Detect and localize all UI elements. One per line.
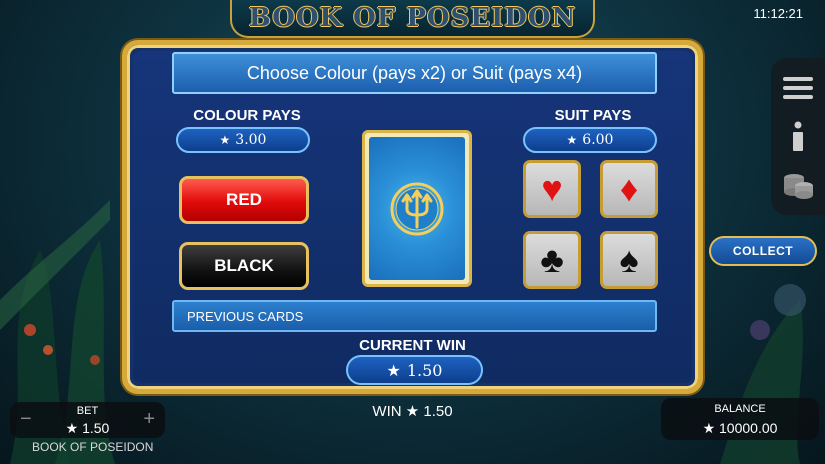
previous-cards-bar: PREVIOUS CARDS <box>172 300 657 332</box>
gamble-card <box>362 130 472 287</box>
black-button[interactable]: BLACK <box>179 242 309 290</box>
collect-button[interactable]: COLLECT <box>709 236 817 266</box>
coins-icon[interactable] <box>781 168 815 202</box>
hearts-icon: ♥ <box>541 168 563 209</box>
balance-panel: BALANCE ★ 10000.00 <box>661 398 819 440</box>
balance-label: BALANCE <box>714 403 766 415</box>
clock: 11:12:21 <box>753 6 803 21</box>
game-logo: BOOK OF POSEIDON <box>230 0 595 38</box>
side-menu <box>771 58 825 215</box>
clubs-icon: ♣ <box>540 239 564 280</box>
bet-value: ★ 1.50 <box>65 420 110 436</box>
current-win-value: ★ 1.50 <box>346 355 483 385</box>
current-win-label: CURRENT WIN <box>359 337 466 354</box>
gamble-title: Choose Colour (pays x2) or Suit (pays x4… <box>172 52 657 94</box>
balance-value: ★ 10000.00 <box>702 420 778 436</box>
star-icon: ★ <box>219 133 231 147</box>
star-icon: ★ <box>566 133 578 147</box>
colour-pays-value: ★ 3.00 <box>176 127 310 153</box>
suit-pays-label: SUIT PAYS <box>554 107 632 124</box>
gamble-panel: Choose Colour (pays x2) or Suit (pays x4… <box>122 40 703 394</box>
suit-pays-amount: 6.00 <box>582 132 614 148</box>
logo-text: BOOK OF POSEIDON <box>248 3 577 33</box>
info-icon[interactable] <box>781 119 815 153</box>
colour-pays-label: COLOUR PAYS <box>193 107 301 124</box>
menu-icon[interactable] <box>781 71 815 105</box>
trident-icon <box>390 182 444 235</box>
diamonds-icon: ♦ <box>619 168 639 209</box>
suit-pays-value: ★ 6.00 <box>523 127 657 153</box>
current-win-amount: 1.50 <box>406 360 443 380</box>
star-icon: ★ <box>386 360 401 380</box>
spades-button[interactable]: ♠ <box>600 231 658 289</box>
spades-icon: ♠ <box>619 239 639 280</box>
colour-pays-amount: 3.00 <box>235 132 267 148</box>
hearts-button[interactable]: ♥ <box>523 160 581 218</box>
game-name: BOOK OF POSEIDON <box>32 440 154 454</box>
diamonds-button[interactable]: ♦ <box>600 160 658 218</box>
card-back <box>369 137 465 280</box>
clubs-button[interactable]: ♣ <box>523 231 581 289</box>
previous-cards-label: PREVIOUS CARDS <box>187 308 304 324</box>
red-button[interactable]: RED <box>179 176 309 224</box>
